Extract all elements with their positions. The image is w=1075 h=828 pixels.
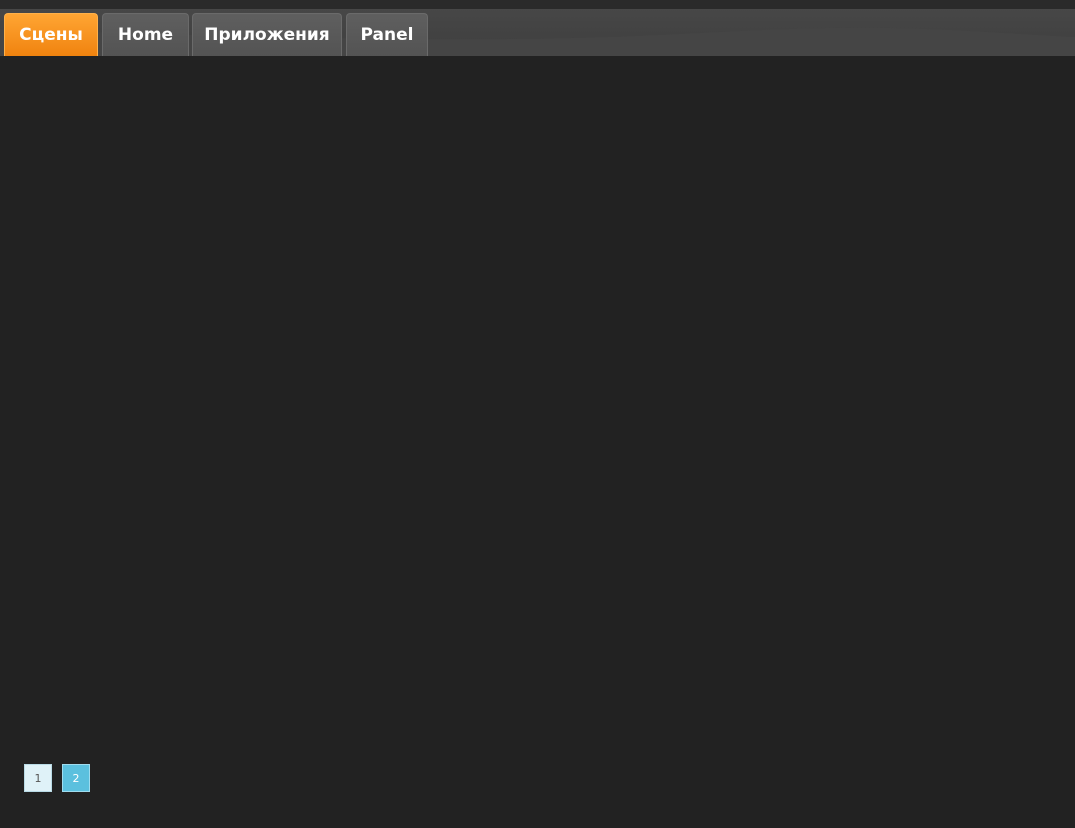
pagination: 1 2	[24, 764, 90, 792]
tab-applications[interactable]: Приложения	[192, 13, 342, 56]
top-strip	[0, 0, 1075, 9]
tab-panel[interactable]: Panel	[346, 13, 428, 56]
page-button-1[interactable]: 1	[24, 764, 52, 792]
tab-bar: Сцены Home Приложения Panel	[0, 9, 1075, 56]
tab-scenes[interactable]: Сцены	[4, 13, 98, 56]
tab-home[interactable]: Home	[102, 13, 189, 56]
page-button-2[interactable]: 2	[62, 764, 90, 792]
